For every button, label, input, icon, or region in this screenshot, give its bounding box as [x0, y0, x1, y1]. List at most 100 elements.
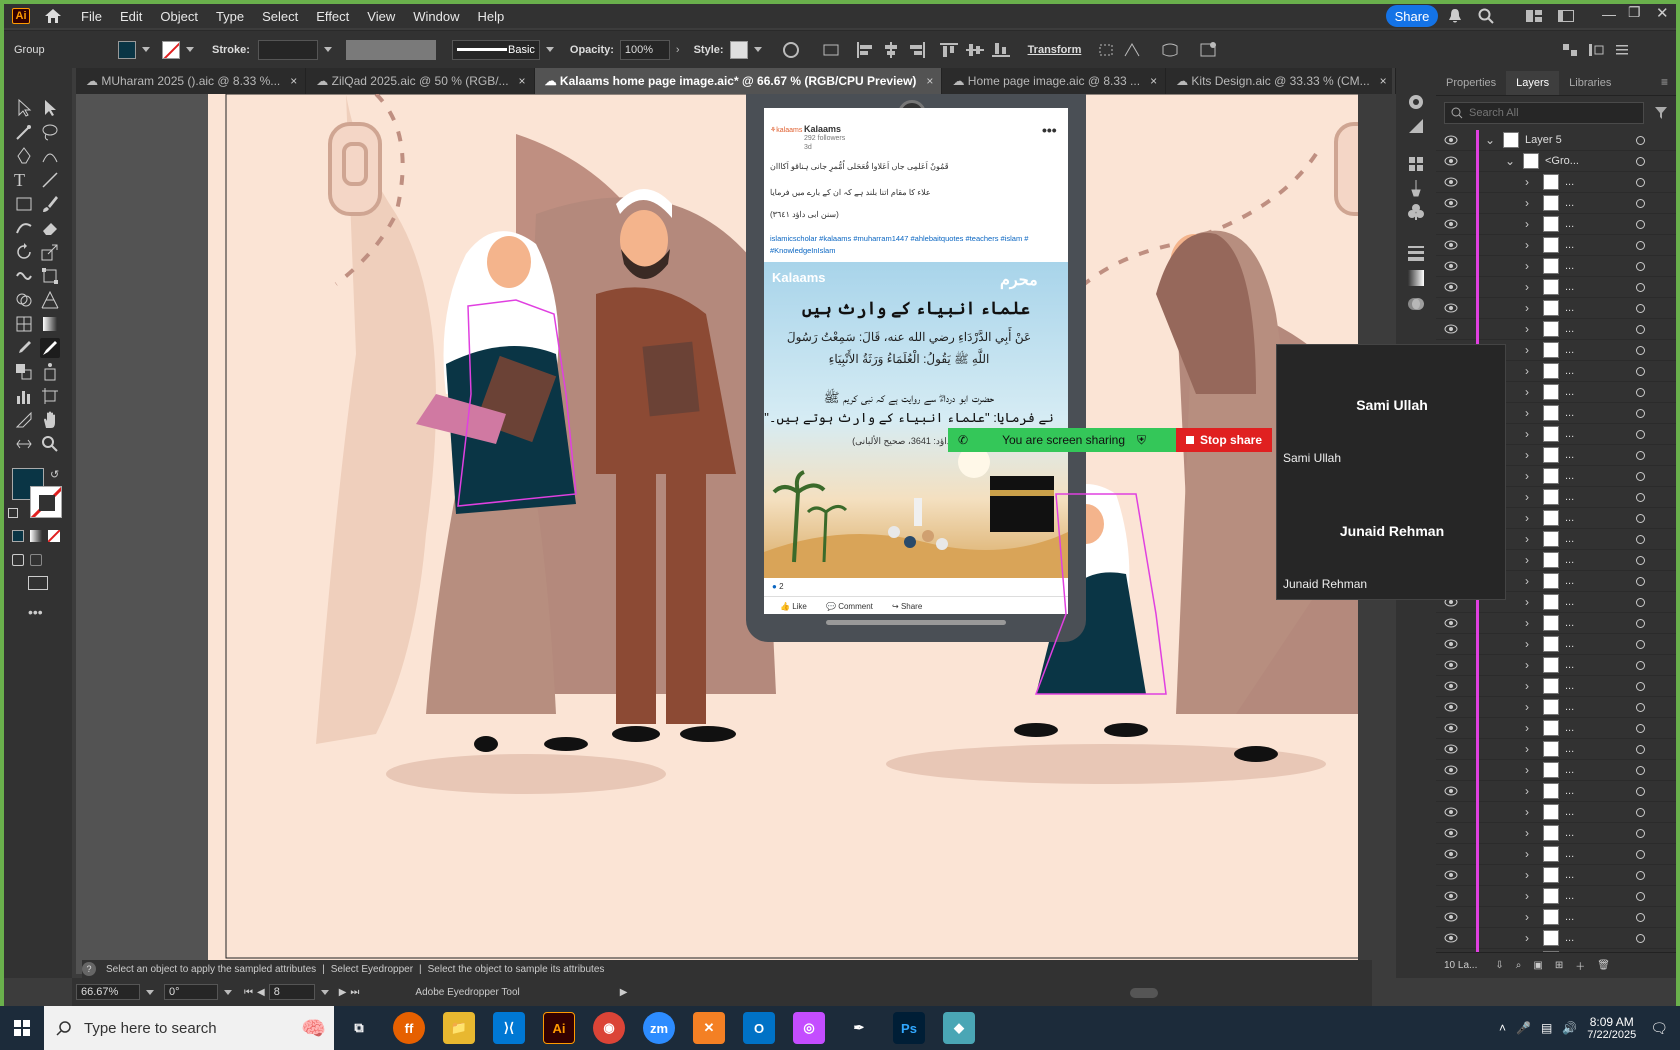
- chevron-right-icon[interactable]: ›: [1525, 322, 1535, 336]
- visibility-eye-icon[interactable]: [1444, 618, 1458, 628]
- tab-home-page[interactable]: ☁ Home page image.aic @ 8.33 ... ×: [942, 68, 1167, 94]
- close-tab-icon[interactable]: ×: [519, 74, 526, 88]
- chevron-right-icon[interactable]: ›: [1525, 889, 1535, 903]
- microphone-icon[interactable]: 🎤: [1516, 1021, 1531, 1035]
- chevron-right-icon[interactable]: ›: [1525, 301, 1535, 315]
- more-tools-icon[interactable]: •••: [28, 604, 43, 620]
- direct-selection-tool-icon[interactable]: [40, 98, 60, 118]
- visibility-eye-icon[interactable]: [1444, 324, 1458, 334]
- chevron-down-icon[interactable]: [545, 47, 554, 52]
- chevron-right-icon[interactable]: ›: [1525, 259, 1535, 273]
- canvas-area[interactable]: ⚘kalaams Kalaams 292 followers 3d ••• قَ…: [76, 94, 1376, 974]
- notification-icon[interactable]: 🗨: [1650, 1020, 1668, 1037]
- chevron-right-icon[interactable]: ›: [1525, 238, 1535, 252]
- target-circle-icon[interactable]: [1636, 807, 1645, 817]
- chevron-right-icon[interactable]: ›: [676, 44, 680, 56]
- pen-tool-icon[interactable]: [14, 146, 34, 166]
- chevron-down-icon[interactable]: [142, 47, 150, 52]
- chevron-right-icon[interactable]: ›: [1525, 469, 1535, 483]
- chevron-down-icon[interactable]: [186, 47, 194, 52]
- align-left-icon[interactable]: [856, 41, 874, 58]
- arrange-icon[interactable]: [1561, 42, 1579, 58]
- layer-row[interactable]: ›...: [1436, 717, 1676, 739]
- rectangle-tool-icon[interactable]: [14, 194, 34, 214]
- layer-row[interactable]: ›...: [1436, 906, 1676, 928]
- next-artboard-icon[interactable]: ▶: [339, 987, 347, 998]
- chevron-right-icon[interactable]: ›: [1525, 910, 1535, 924]
- chevron-down-icon[interactable]: [323, 47, 332, 52]
- taskbar-search[interactable]: Type here to search 🧠: [44, 1006, 334, 1050]
- chevron-right-icon[interactable]: ›: [1525, 805, 1535, 819]
- target-circle-icon[interactable]: [1636, 492, 1645, 502]
- panel-menu-icon[interactable]: ≡: [1653, 69, 1676, 95]
- close-tab-icon[interactable]: ×: [290, 74, 297, 88]
- visibility-eye-icon[interactable]: [1444, 828, 1458, 838]
- chevron-right-icon[interactable]: ›: [1525, 721, 1535, 735]
- target-circle-icon[interactable]: [1636, 891, 1645, 901]
- visibility-eye-icon[interactable]: [1444, 198, 1458, 208]
- slice-tool-icon[interactable]: [14, 410, 34, 430]
- align-center-icon[interactable]: [882, 41, 900, 58]
- chevron-right-icon[interactable]: ›: [1525, 532, 1535, 546]
- outlook-icon[interactable]: O: [743, 1012, 775, 1044]
- mesh-tool-icon[interactable]: [14, 314, 34, 334]
- chevron-right-icon[interactable]: ›: [1525, 595, 1535, 609]
- menu-file[interactable]: File: [72, 9, 111, 24]
- puppet-warp-icon[interactable]: [1123, 42, 1141, 58]
- chevron-down-icon[interactable]: [146, 989, 154, 995]
- paintbrush-tool-icon[interactable]: [40, 194, 60, 214]
- clipping-mask-icon[interactable]: ▣: [1533, 960, 1542, 971]
- target-circle-icon[interactable]: [1636, 471, 1645, 481]
- brush-definition[interactable]: Basic: [451, 39, 540, 60]
- tab-properties[interactable]: Properties: [1436, 71, 1506, 95]
- target-circle-icon[interactable]: [1636, 849, 1645, 859]
- rotate-tool-icon[interactable]: [14, 242, 34, 262]
- chevron-right-icon[interactable]: ›: [1525, 742, 1535, 756]
- illustrator-taskbar-icon[interactable]: Ai: [543, 1012, 575, 1044]
- target-circle-icon[interactable]: [1636, 702, 1645, 712]
- close-tab-icon[interactable]: ×: [1380, 74, 1387, 88]
- layer-row[interactable]: ›...: [1436, 654, 1676, 676]
- zoom-field[interactable]: 66.67%: [76, 984, 140, 1000]
- file-explorer-icon[interactable]: 📁: [443, 1012, 475, 1044]
- new-sublayer-icon[interactable]: ⊞: [1555, 960, 1563, 971]
- artboard-tool-icon[interactable]: [40, 386, 60, 406]
- restore-icon[interactable]: ❐: [1628, 4, 1641, 21]
- default-colors-icon[interactable]: [8, 508, 18, 518]
- chevron-right-icon[interactable]: ›: [1525, 343, 1535, 357]
- creative-cloud-icon[interactable]: ◎: [793, 1012, 825, 1044]
- visibility-eye-icon[interactable]: [1444, 156, 1458, 166]
- chevron-right-icon[interactable]: ›: [1525, 448, 1535, 462]
- chevron-right-icon[interactable]: ›: [1525, 763, 1535, 777]
- shape-builder-icon[interactable]: [14, 290, 34, 310]
- layer-row[interactable]: ›...: [1436, 801, 1676, 823]
- visibility-eye-icon[interactable]: [1444, 786, 1458, 796]
- stroke-panel-icon[interactable]: [1406, 242, 1426, 262]
- target-circle-icon[interactable]: [1636, 912, 1645, 922]
- layer-search-input[interactable]: [1469, 107, 1629, 119]
- visibility-eye-icon[interactable]: [1444, 891, 1458, 901]
- layer-row[interactable]: ›...: [1436, 885, 1676, 907]
- chevron-right-icon[interactable]: ›: [1525, 826, 1535, 840]
- chevron-down-icon[interactable]: [224, 989, 232, 995]
- search-icon[interactable]: [1478, 8, 1494, 24]
- layer-search-field[interactable]: [1444, 102, 1644, 124]
- graph-tool-icon[interactable]: [14, 386, 34, 406]
- curvature-tool-icon[interactable]: [40, 146, 60, 166]
- perspective-grid-icon[interactable]: [40, 290, 60, 310]
- bell-icon[interactable]: [1448, 8, 1462, 24]
- pen-app-icon[interactable]: ✒: [843, 1012, 875, 1044]
- swatches-icon[interactable]: [1406, 154, 1426, 174]
- width-tool-icon[interactable]: [14, 434, 34, 454]
- layer-row[interactable]: ›...: [1436, 927, 1676, 949]
- visibility-eye-icon[interactable]: [1444, 261, 1458, 271]
- gradient-tool-icon[interactable]: [40, 314, 60, 334]
- visibility-eye-icon[interactable]: [1444, 912, 1458, 922]
- status-menu-arrow[interactable]: ▶: [620, 987, 628, 998]
- target-circle-icon[interactable]: [1636, 303, 1645, 313]
- tab-kalaams-home[interactable]: ☁ Kalaams home page image.aic* @ 66.67 %…: [534, 68, 943, 94]
- chevron-right-icon[interactable]: ›: [1525, 511, 1535, 525]
- chevron-right-icon[interactable]: ›: [1525, 847, 1535, 861]
- align-to-icon[interactable]: [822, 42, 840, 58]
- layer-row[interactable]: ›...: [1436, 843, 1676, 865]
